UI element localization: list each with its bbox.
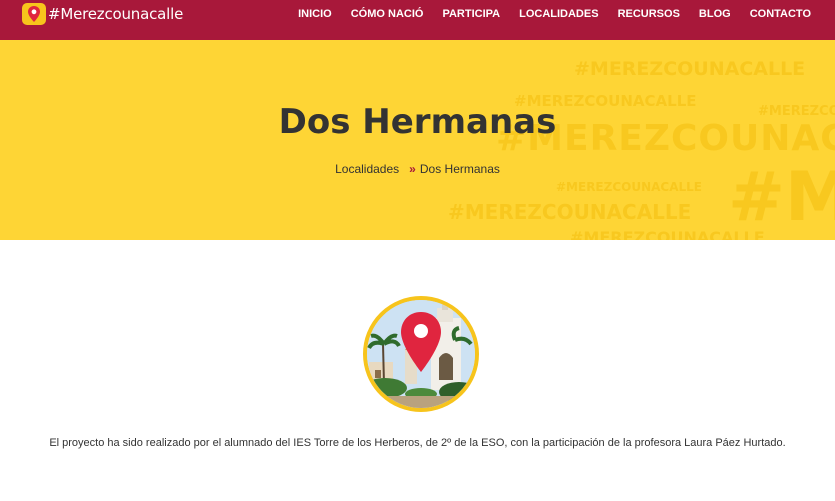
breadcrumb-current: Dos Hermanas (419, 162, 500, 176)
page-title: Dos Hermanas (278, 102, 557, 142)
page-hero: #MEREZCOUNACALLE #MEREZCOUNACALLE #MEREZ… (0, 40, 835, 240)
nav-recursos[interactable]: RECURSOS (618, 8, 680, 20)
hero-watermark: #MEREZCOUNACALLE (556, 180, 702, 194)
nav-contacto[interactable]: CONTACTO (750, 8, 811, 20)
site-logo[interactable]: #Merezcounacalle (22, 3, 183, 25)
main-nav: INICIO CÓMO NACIÓ PARTICIPA LOCALIDADES … (298, 0, 835, 28)
hero-watermark: #MEREZCOUNACALLE (574, 58, 806, 80)
site-header: #Merezcounacalle INICIO CÓMO NACIÓ PARTI… (0, 0, 835, 40)
nav-localidades[interactable]: LOCALIDADES (519, 8, 598, 20)
nav-blog[interactable]: BLOG (699, 8, 731, 20)
locality-image (363, 296, 479, 412)
map-pin-logo-icon (22, 3, 46, 25)
breadcrumb: Localidades » Dos Hermanas (0, 162, 835, 176)
breadcrumb-separator-icon: » (409, 162, 416, 176)
logo-text: #Merezcounacalle (48, 5, 184, 23)
nav-inicio[interactable]: INICIO (298, 8, 332, 20)
project-description: El proyecto ha sido realizado por el alu… (49, 437, 786, 449)
nav-como-nacio[interactable]: CÓMO NACIÓ (351, 8, 424, 20)
hero-watermark: #MEREZCOUNACALLE (448, 200, 692, 224)
breadcrumb-link-localidades[interactable]: Localidades (335, 162, 399, 176)
nav-participa[interactable]: PARTICIPA (442, 8, 500, 20)
